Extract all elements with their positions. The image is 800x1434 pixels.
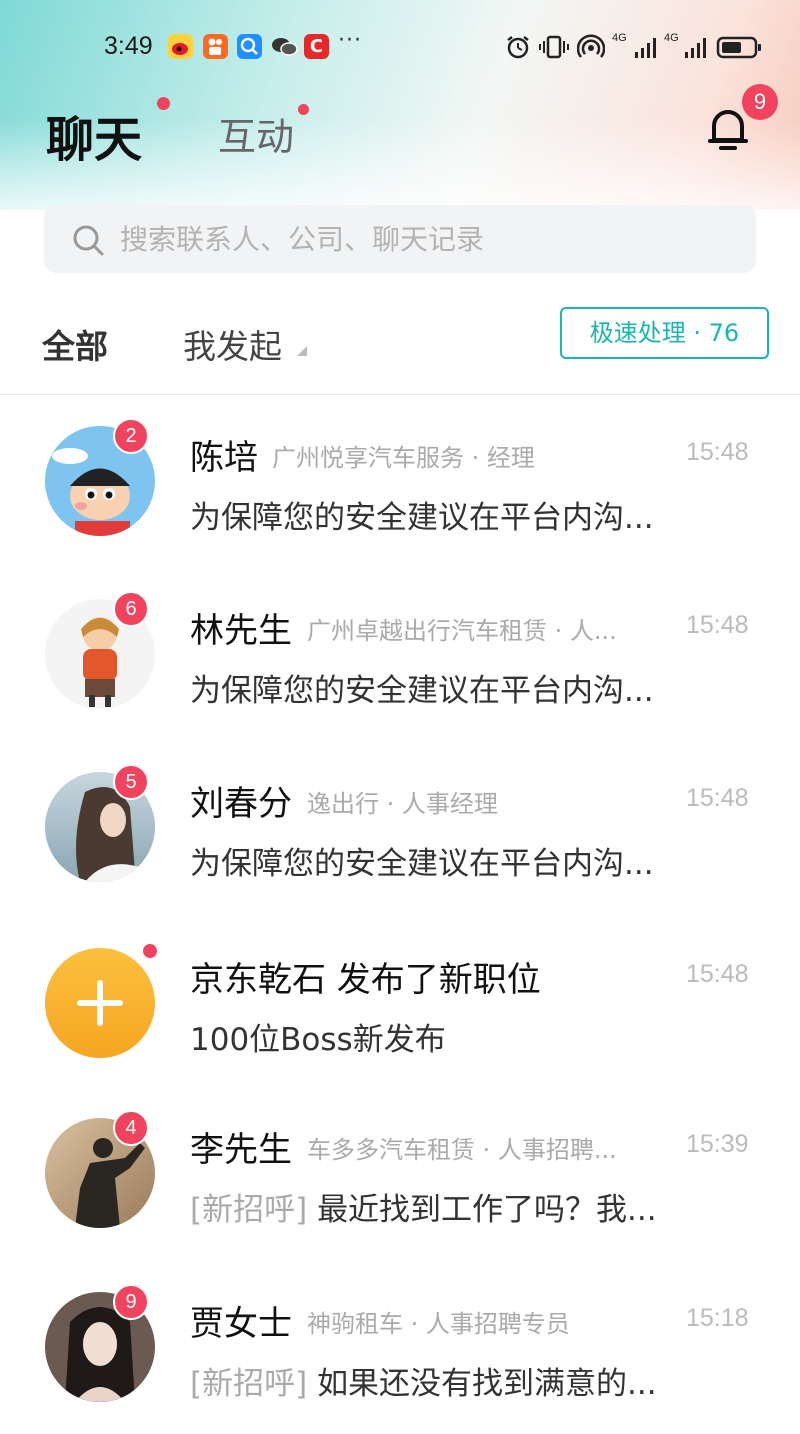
weibo-icon: [168, 34, 193, 59]
signal-2-icon: [684, 34, 710, 60]
divider: [0, 394, 800, 395]
filter-dropdown-icon: [297, 346, 307, 356]
contact-company: 广州悦享汽车服务 · 经理: [272, 444, 535, 472]
filter-all[interactable]: 全部: [42, 320, 108, 368]
message-text: 为保障您的安全建议在平台内沟...: [190, 673, 654, 709]
notification-count-badge: 9: [742, 84, 778, 120]
chat-row[interactable]: 6 林先生 广州卓越出行汽车租赁 · 人... 15:48 为保障您的安全建议在…: [0, 569, 800, 741]
tab-chat[interactable]: 聊天: [46, 100, 142, 170]
new-greeting-tag: [新招呼]: [190, 1192, 308, 1228]
message-text: 最近找到工作了吗？我...: [317, 1192, 657, 1228]
search-icon: [73, 225, 104, 256]
contact-company: 广州卓越出行汽车租赁 · 人...: [307, 617, 617, 645]
plus-icon: [77, 980, 123, 1026]
chat-row[interactable]: 9 贾女士 神驹租车 · 人事招聘专员 15:18 [新招呼] 如果还没有找到满…: [0, 1262, 800, 1434]
message-text: 为保障您的安全建议在平台内沟...: [190, 846, 654, 882]
search-input[interactable]: [118, 215, 722, 263]
chat-row[interactable]: 2 陈培 广州悦享汽车服务 · 经理 15:48 为保障您的安全建议在平台内沟.…: [0, 396, 800, 568]
contact-name: 陈培: [190, 438, 258, 478]
message-preview: [新招呼] 最近找到工作了吗？我...: [190, 1184, 690, 1229]
battery-icon: [716, 34, 764, 60]
search-bar[interactable]: [44, 205, 756, 273]
bell-icon[interactable]: [706, 106, 750, 152]
message-time: 15:18: [686, 1304, 749, 1332]
unread-badge: 2: [113, 418, 149, 454]
contact-company: 车多多汽车租赁 · 人事招聘...: [307, 1136, 617, 1164]
new-job-avatar: [45, 948, 155, 1058]
status-time: 3:49: [104, 32, 153, 60]
signal-1-icon: [634, 34, 660, 60]
signal-1-label: 4G: [612, 32, 627, 44]
tab-interact-dot: [298, 104, 309, 115]
message-text: 为保障您的安全建议在平台内沟...: [190, 500, 654, 536]
message-preview: 为保障您的安全建议在平台内沟...: [190, 665, 690, 710]
contact-company: 神驹租车 · 人事招聘专员: [307, 1310, 570, 1338]
contact-company: 逸出行 · 人事经理: [307, 790, 498, 818]
message-preview: [新招呼] 如果还没有找到满意的...: [190, 1358, 690, 1403]
status-bar: 3:49 C ··· 4G 4G: [0, 22, 800, 76]
c-app-icon: C: [304, 34, 329, 59]
filter-mine[interactable]: 我发起: [183, 320, 282, 368]
more-notifications: ···: [338, 28, 362, 53]
unread-badge: 9: [113, 1284, 149, 1320]
vibrate-icon: [539, 34, 569, 60]
message-preview: 100位Boss新发布: [190, 1014, 690, 1059]
unread-badge: 6: [113, 591, 149, 627]
tab-chat-dot: [157, 97, 170, 110]
contact-name: 林先生: [190, 611, 292, 651]
chat-row[interactable]: 5 刘春分 逸出行 · 人事经理 15:48 为保障您的安全建议在平台内沟...: [0, 742, 800, 914]
unread-badge: 5: [113, 764, 149, 800]
message-time: 15:48: [686, 611, 749, 639]
message-text: 如果还没有找到满意的...: [317, 1366, 657, 1402]
message-preview: 为保障您的安全建议在平台内沟...: [190, 838, 690, 883]
chat-row[interactable]: 4 李先生 车多多汽车租赁 · 人事招聘... 15:39 [新招呼] 最近找到…: [0, 1088, 800, 1260]
message-time: 15:39: [686, 1130, 749, 1158]
contact-name: 李先生: [190, 1130, 292, 1170]
unread-dot: [141, 942, 159, 960]
new-greeting-tag: [新招呼]: [190, 1366, 308, 1402]
contact-name: 京东乾石 发布了新职位: [190, 960, 541, 1000]
message-text: 100位Boss新发布: [190, 1022, 446, 1058]
contact-name: 刘春分: [190, 784, 292, 824]
kuaishou-icon: [203, 34, 228, 59]
hotspot-icon: [576, 34, 606, 60]
message-preview: 为保障您的安全建议在平台内沟...: [190, 492, 690, 537]
tab-interact[interactable]: 互动: [218, 106, 294, 161]
unread-badge: 4: [113, 1110, 149, 1146]
contact-name: 贾女士: [190, 1304, 292, 1344]
message-time: 15:48: [686, 960, 749, 988]
message-time: 15:48: [686, 438, 749, 466]
quick-process-button[interactable]: 极速处理 · 76: [560, 307, 769, 359]
signal-2-label: 4G: [664, 32, 679, 44]
message-time: 15:48: [686, 784, 749, 812]
wechat-icon: [270, 34, 298, 59]
search-app-icon: [237, 34, 262, 59]
chat-row[interactable]: 京东乾石 发布了新职位 15:48 100位Boss新发布: [0, 918, 800, 1090]
alarm-icon: [505, 34, 531, 60]
